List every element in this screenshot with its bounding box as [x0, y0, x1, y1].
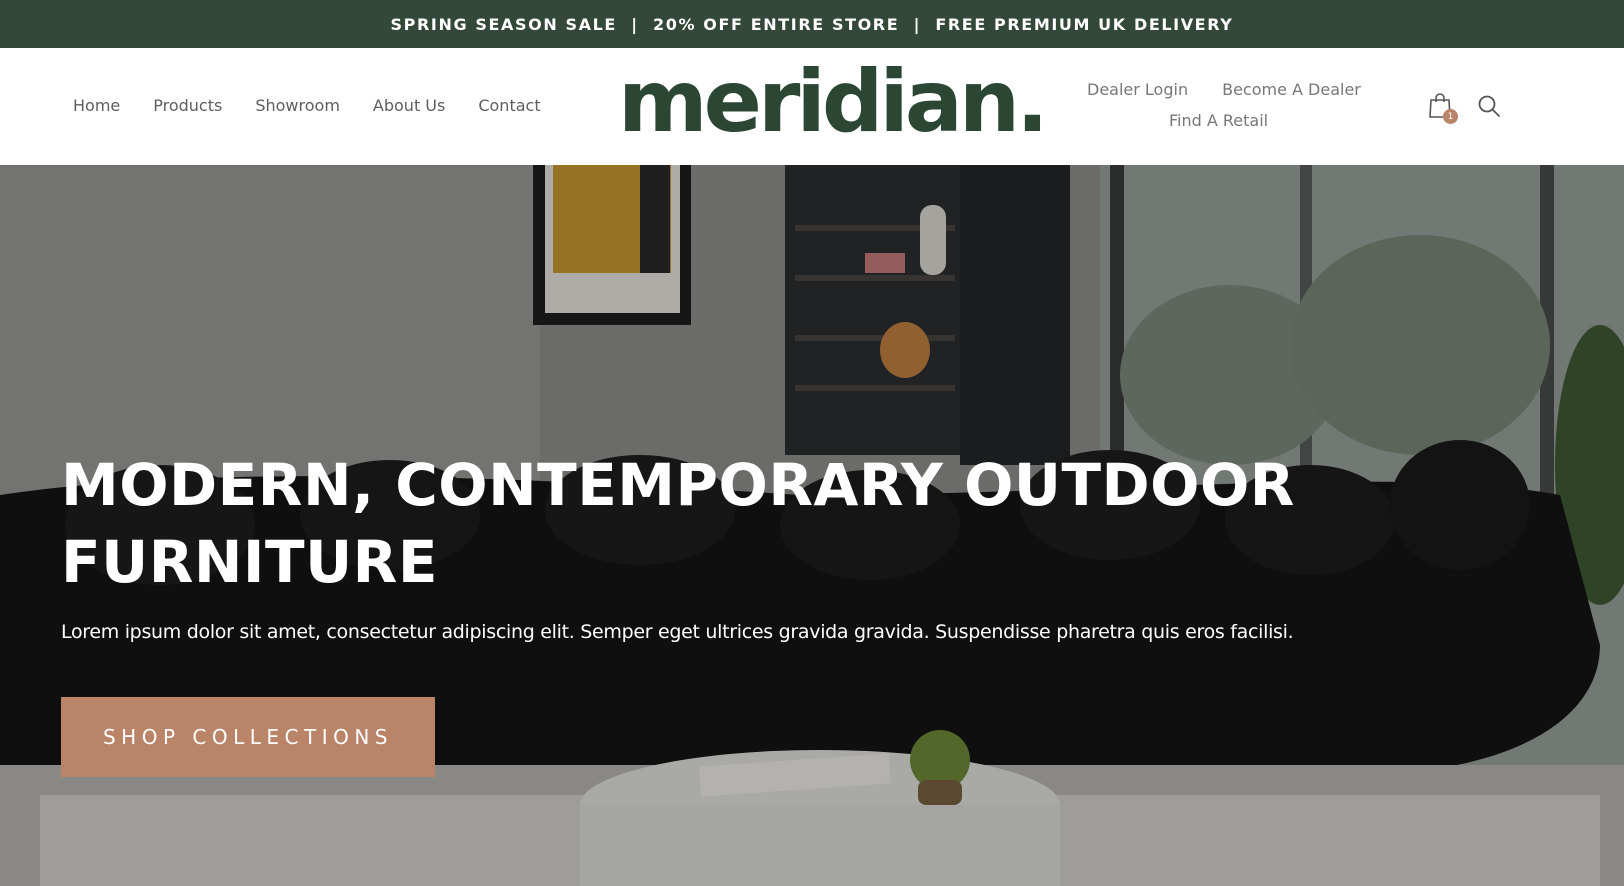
cart-button[interactable]: 1: [1428, 92, 1458, 124]
hero-section: MODERN, CONTEMPORARY OUTDOOR FURNITURE L…: [0, 165, 1624, 886]
search-button[interactable]: [1477, 94, 1501, 118]
shop-collections-button[interactable]: SHOP COLLECTIONS: [61, 697, 435, 777]
site-logo[interactable]: meridian.: [618, 59, 1049, 145]
site-header: Home Products Showroom About Us Contact …: [0, 48, 1624, 165]
become-dealer-link[interactable]: Become A Dealer: [1222, 80, 1361, 99]
find-retail-link[interactable]: Find A Retail: [1169, 111, 1268, 130]
nav-item-contact[interactable]: Contact: [478, 96, 540, 115]
announcement-text: SPRING SEASON SALE | 20% OFF ENTIRE STOR…: [390, 14, 1234, 34]
main-nav: Home Products Showroom About Us Contact: [73, 96, 574, 115]
cart-count-badge: 1: [1443, 109, 1458, 124]
hero-subtitle: Lorem ipsum dolor sit amet, consectetur …: [61, 621, 1294, 643]
hero-title: MODERN, CONTEMPORARY OUTDOOR FURNITURE: [61, 451, 1295, 596]
logo-text: meridian: [618, 52, 1020, 152]
nav-item-about-us[interactable]: About Us: [373, 96, 445, 115]
nav-item-showroom[interactable]: Showroom: [255, 96, 340, 115]
logo-dot: .: [1016, 52, 1049, 152]
nav-item-products[interactable]: Products: [153, 96, 222, 115]
nav-item-home[interactable]: Home: [73, 96, 120, 115]
retail-nav: Find A Retail: [1169, 111, 1268, 131]
announcement-bar: SPRING SEASON SALE | 20% OFF ENTIRE STOR…: [0, 0, 1624, 48]
dealer-nav: Dealer Login Become A Dealer: [1087, 80, 1395, 99]
search-icon: [1478, 95, 1500, 117]
dealer-login-link[interactable]: Dealer Login: [1087, 80, 1188, 99]
